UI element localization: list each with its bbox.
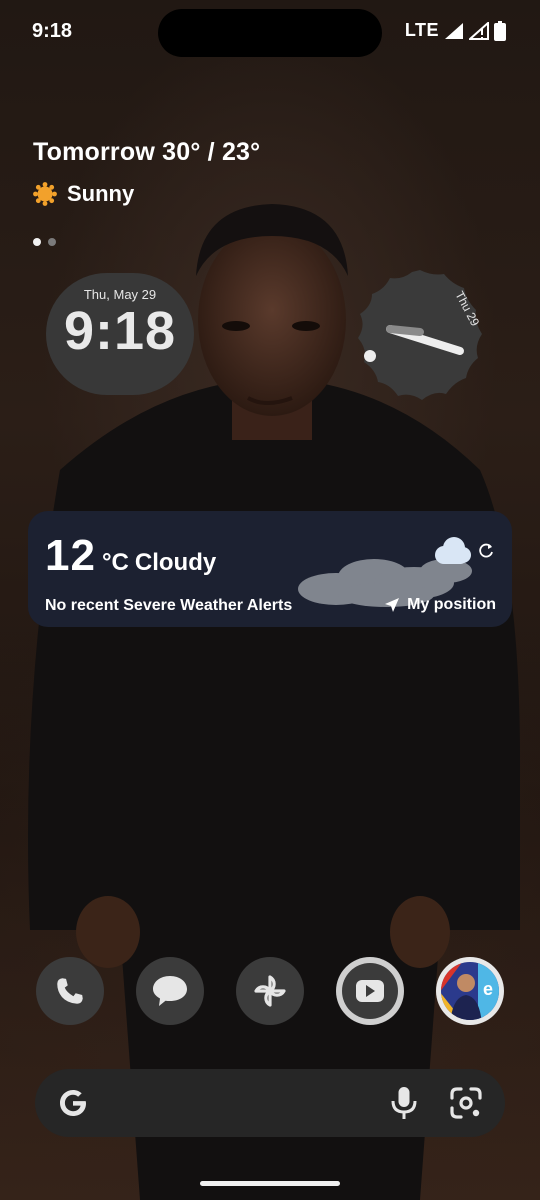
cloudy-icon (435, 537, 471, 564)
sun-icon (33, 182, 57, 206)
clock-time: 9:18 (63, 301, 177, 361)
phone-app[interactable] (36, 957, 104, 1025)
minute-hand (386, 325, 424, 336)
status-icons: LTE (405, 20, 506, 41)
weather-widget[interactable]: 12 °C Cloudy No recent Severe Weather Al… (28, 511, 512, 627)
clock-date: Thu, May 29 (83, 287, 157, 302)
navigation-arrow-icon (385, 598, 400, 612)
microphone-icon[interactable] (389, 1085, 419, 1121)
digital-clock-widget[interactable]: Thu, May 29 9:18 (46, 273, 194, 395)
google-g-icon[interactable] (55, 1085, 91, 1121)
game-avatar-icon: e (441, 962, 499, 1020)
status-time: 9:18 (32, 20, 73, 42)
weather-condition-row: Sunny (33, 181, 260, 207)
signal-icon (445, 22, 463, 39)
football-game-app[interactable]: e (436, 957, 504, 1025)
condition-label: Sunny (67, 181, 135, 206)
signal-no-data-icon (469, 21, 489, 40)
second-dot (364, 350, 376, 362)
analog-clock-widget[interactable]: Thu 29 (350, 266, 490, 406)
weather-alert-text: No recent Severe Weather Alerts (45, 597, 293, 614)
weather-condition: Cloudy (134, 549, 217, 576)
network-type-label: LTE (404, 20, 439, 40)
page-dot (48, 238, 56, 246)
status-bar: 9:18 LTE (0, 0, 540, 62)
svg-text:e: e (483, 979, 493, 999)
temperature-value: 12 (45, 531, 96, 580)
camera-cutout (158, 9, 382, 57)
messages-icon (153, 976, 187, 1006)
youtube-icon (342, 963, 398, 1019)
page-dot-active (33, 238, 41, 246)
phone-icon (57, 978, 83, 1004)
messages-app[interactable] (136, 957, 204, 1025)
temperature-unit: °C (101, 549, 129, 576)
google-search-bar[interactable] (35, 1069, 505, 1137)
lens-icon[interactable] (449, 1086, 483, 1120)
photos-app[interactable] (236, 957, 304, 1025)
forecast-text: Tomorrow 30° / 23° (33, 138, 261, 166)
battery-icon (494, 20, 506, 41)
refresh-icon[interactable] (477, 542, 495, 560)
location-button[interactable]: My position (384, 596, 496, 614)
page-indicator (33, 238, 56, 246)
location-label: My position (407, 596, 496, 613)
gesture-navigation-bar[interactable] (200, 1181, 340, 1186)
current-temperature: 12 °C Cloudy (45, 531, 216, 581)
pinwheel-icon (254, 975, 286, 1007)
app-dock: e (36, 957, 504, 1025)
youtube-app[interactable] (336, 957, 404, 1025)
at-a-glance-widget[interactable]: Tomorrow 30° / 23° Sunny (33, 138, 260, 207)
